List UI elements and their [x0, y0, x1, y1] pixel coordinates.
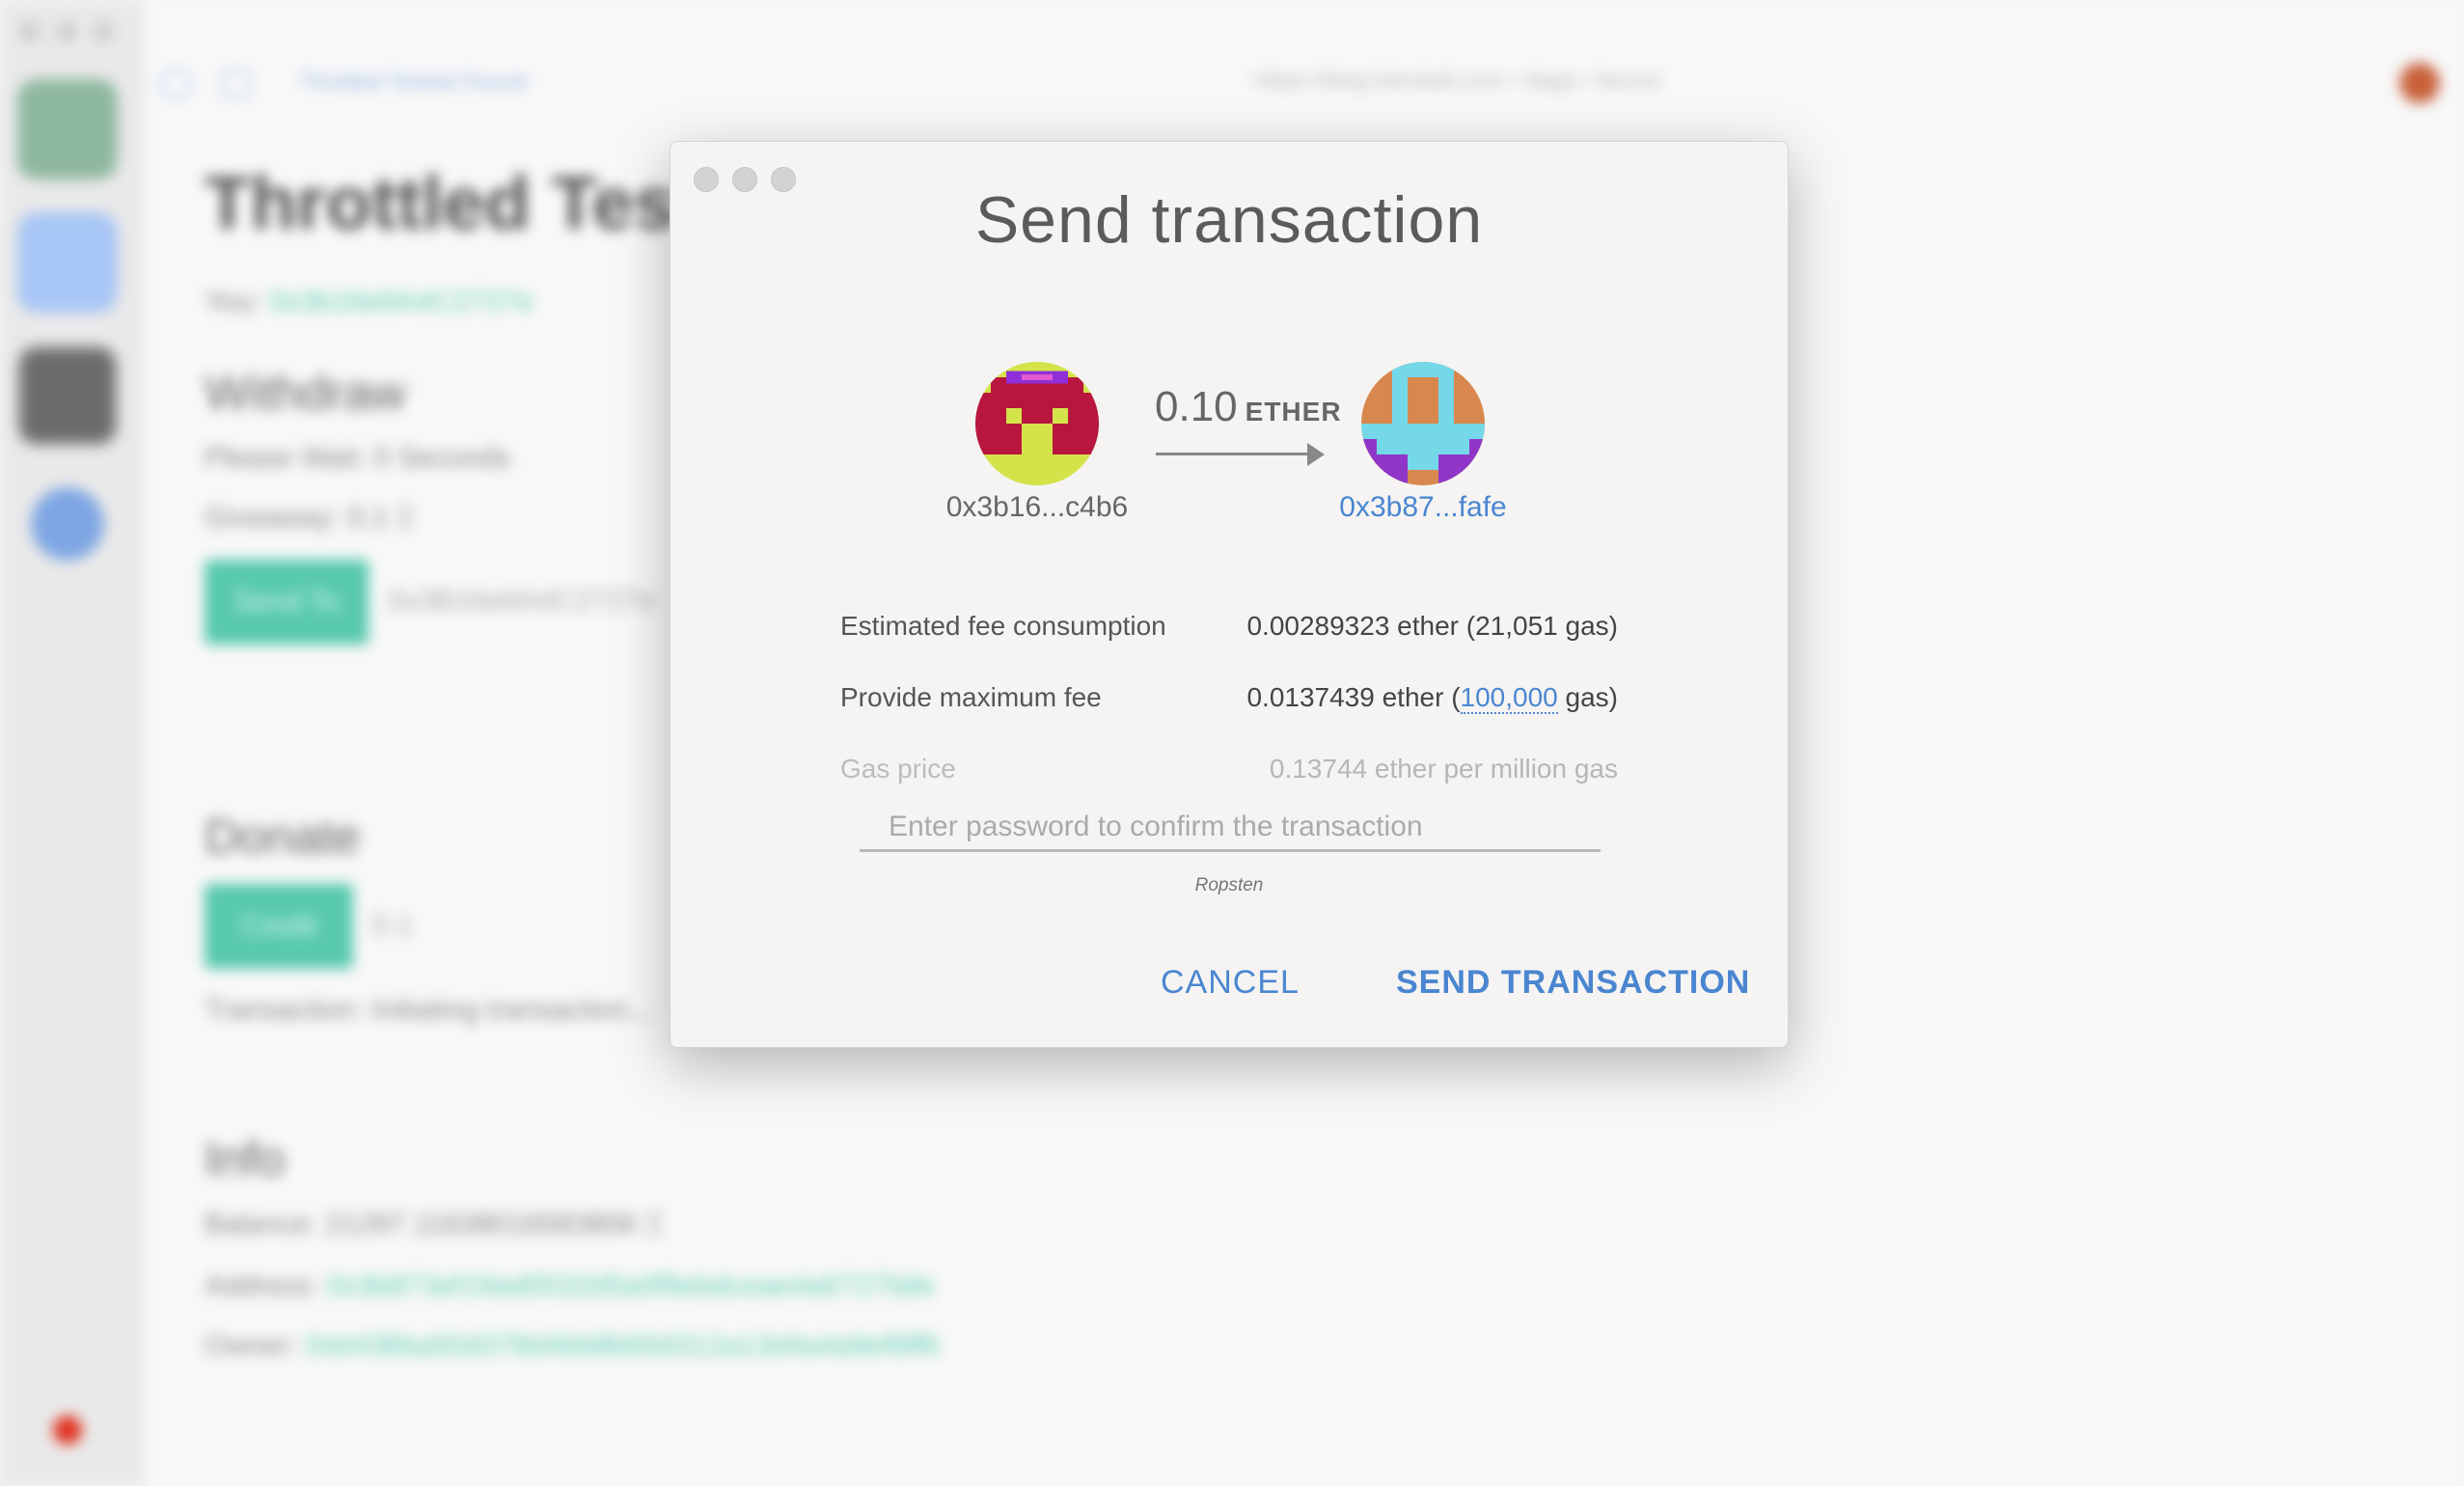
tab-title[interactable]: Throttled Testnet Faucet — [299, 69, 528, 95]
cancel-button[interactable]: CANCEL — [1161, 964, 1300, 1002]
network-status-dot — [53, 1416, 82, 1445]
max-gas-link[interactable]: 100,000 — [1460, 682, 1558, 714]
owner-line: Owner: 0xb436ba50d378d4bb8b60d312a13d4a4… — [205, 1330, 940, 1362]
transfer-arrowhead-icon — [1307, 443, 1325, 466]
estimated-fee-value: 0.00289323 ether (21,051 gas) — [1246, 611, 1618, 641]
dialog-title: Send transaction — [974, 183, 1484, 257]
address-link[interactable]: 0x3b873ef19ad0532d5a0f9ebdceae4a6727fafe — [327, 1270, 936, 1302]
giveaway-text: Giveaway: 0.1 Ξ — [205, 502, 415, 534]
gas-price-value: 0.13744 ether per million gas — [1269, 754, 1618, 784]
amount-unit: ETHER — [1245, 397, 1342, 427]
estimated-fee-label: Estimated fee consumption — [840, 611, 1166, 641]
owner-link[interactable]: 0xb436ba50d378d4bb8b60d312a13d4a4a9ef6ff… — [306, 1330, 940, 1362]
app-sidebar — [0, 0, 145, 1486]
sidebar-search-icon[interactable] — [17, 212, 118, 313]
withdraw-heading: Withdraw — [205, 366, 406, 420]
to-identicon-icon — [1361, 362, 1485, 485]
send-transaction-dialog: Send transaction 0x3b16...c4b6 0.10 ETHER — [670, 141, 1789, 1048]
send-transaction-button[interactable]: SEND TRANSACTION — [1396, 964, 1750, 1002]
credit-button[interactable]: Credit — [205, 884, 353, 969]
max-fee-value: 0.0137439 ether (100,000 gas) — [1246, 682, 1618, 714]
send-to-input[interactable]: 0x3B16e6A4C2727e — [388, 585, 655, 618]
send-to-button[interactable]: Send To — [205, 560, 369, 645]
credit-input[interactable]: 0.1 — [372, 909, 413, 942]
transaction-status: Transaction: Initiating transaction... — [205, 994, 653, 1026]
sidebar-app-wallet[interactable] — [17, 79, 118, 179]
account-avatar[interactable] — [2399, 63, 2440, 103]
transfer-arrow-icon — [1156, 453, 1312, 455]
reload-icon[interactable] — [220, 68, 253, 100]
please-wait-text: Please Wait: 0 Seconds — [205, 442, 511, 474]
you-line: You: 0x3b16e6A4C2727e — [205, 286, 534, 318]
from-address: 0x3b16...c4b6 — [945, 491, 1129, 523]
window-zoom-button[interactable] — [93, 21, 114, 42]
amount-value: 0.10 — [1155, 383, 1238, 430]
password-input[interactable] — [860, 804, 1601, 852]
to-address[interactable]: 0x3b87...fafe — [1278, 491, 1568, 524]
info-heading: Info — [205, 1132, 286, 1186]
amount-display: 0.10 ETHER — [1155, 383, 1342, 431]
sidebar-globe-icon[interactable] — [31, 487, 104, 561]
gas-price-label: Gas price — [840, 754, 956, 784]
max-fee-suffix: gas) — [1557, 682, 1618, 712]
address-line: Address: 0x3b873ef19ad0532d5a0f9ebdceae4… — [205, 1270, 935, 1303]
balance-text: Balance: 21297.11638016583806 Ξ — [205, 1208, 665, 1240]
address-label: Address: — [205, 1270, 319, 1302]
sidebar-app-sb[interactable] — [17, 345, 118, 446]
owner-label: Owner: — [205, 1330, 298, 1362]
from-identicon-icon — [975, 362, 1099, 485]
you-label: You: — [205, 286, 261, 317]
max-fee-label: Provide maximum fee — [840, 682, 1102, 712]
network-label: Ropsten — [1194, 875, 1264, 895]
window-close-button[interactable] — [19, 21, 41, 42]
max-fee-prefix: 0.0137439 ether ( — [1246, 682, 1461, 712]
back-icon[interactable] — [159, 68, 192, 100]
page-heading: Throttled Test — [205, 160, 701, 245]
you-address[interactable]: 0x3b16e6A4C2727e — [269, 286, 534, 317]
url-bar[interactable]: https://blog.fukuball.com • dapp • fauce… — [1254, 68, 1660, 95]
donate-heading: Donate — [205, 810, 361, 864]
window-minimize-button[interactable] — [56, 21, 77, 42]
